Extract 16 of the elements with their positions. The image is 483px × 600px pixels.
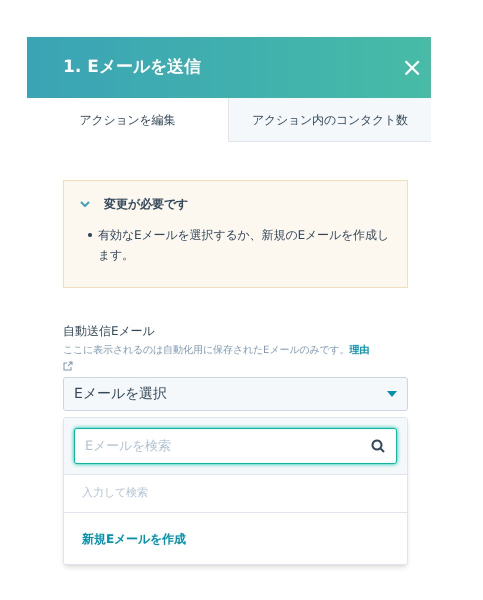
- external-link-icon[interactable]: [63, 361, 73, 371]
- search-hint: 入力して検索: [82, 485, 148, 502]
- help-text: ここに表示されるのは自動化用に保存されたEメールのみです。: [63, 345, 350, 356]
- tab[interactable]: アクション内のコンタクト数: [228, 98, 431, 142]
- field-label: 自動送信Eメール: [63, 323, 156, 340]
- search-icon: [371, 439, 385, 453]
- panel-title: 1. Eメールを送信: [63, 56, 201, 79]
- help-link[interactable]: 理由: [349, 345, 370, 356]
- bullet-icon: [88, 233, 92, 237]
- search-field[interactable]: Eメールを検索: [74, 428, 397, 464]
- alert-text: 有効なEメールを選択するか、新規のEメールを作成します。: [98, 227, 390, 264]
- chevron-icon[interactable]: [80, 200, 90, 208]
- alert-title: 変更が必要です: [104, 196, 188, 213]
- caret-icon: [387, 391, 397, 397]
- email-select[interactable]: Eメールを選択: [63, 377, 408, 411]
- create-email-link[interactable]: 新規Eメールを作成: [82, 530, 186, 548]
